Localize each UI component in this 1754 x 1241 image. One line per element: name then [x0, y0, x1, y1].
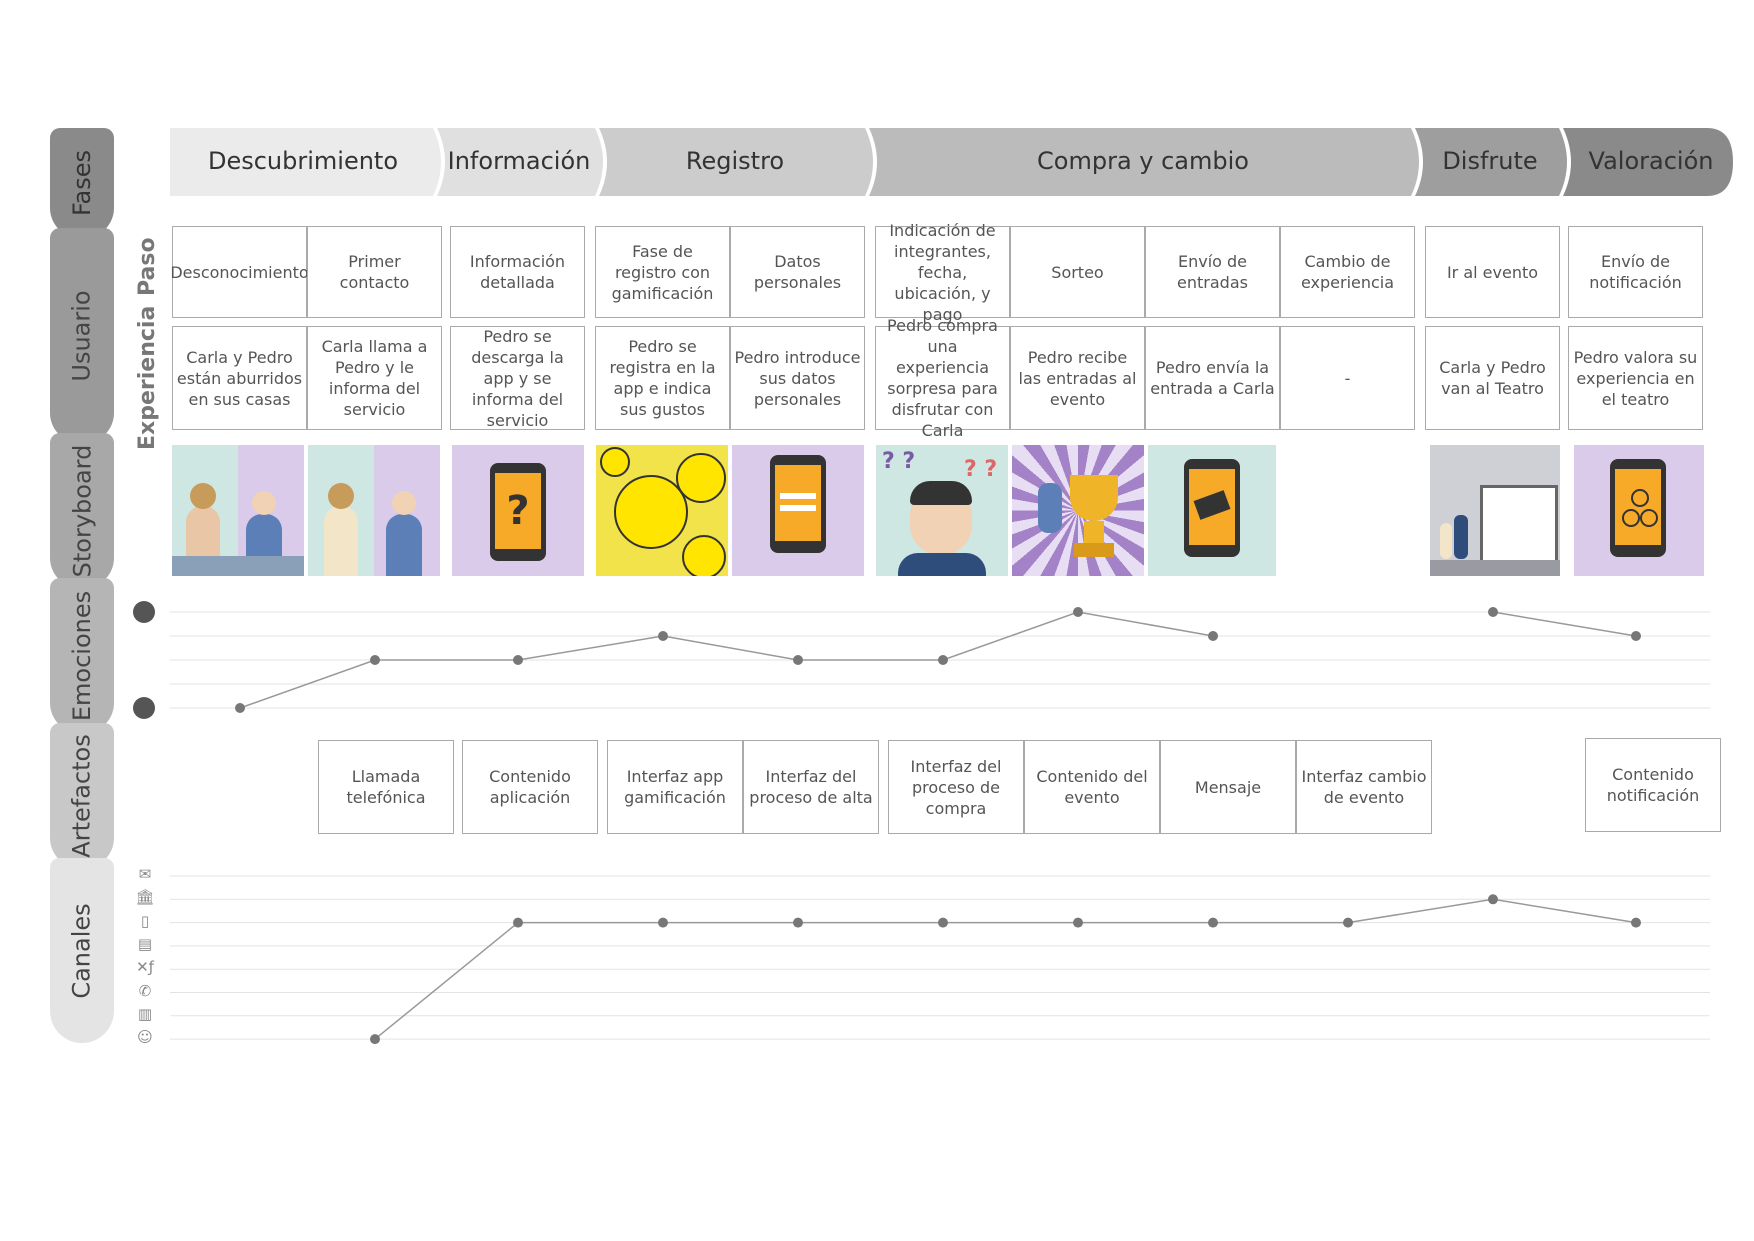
channel-point: [513, 917, 523, 928]
channel-point: [658, 917, 668, 928]
channel-point: [370, 1034, 380, 1045]
channels-chart: [170, 875, 1710, 1045]
channel-point: [1208, 917, 1218, 928]
channel-point: [1343, 917, 1353, 928]
channel-point: [1631, 917, 1641, 928]
channel-point: [938, 917, 948, 928]
channel-point: [1488, 894, 1498, 905]
channel-point: [793, 917, 803, 928]
channel-point: [1073, 917, 1083, 928]
